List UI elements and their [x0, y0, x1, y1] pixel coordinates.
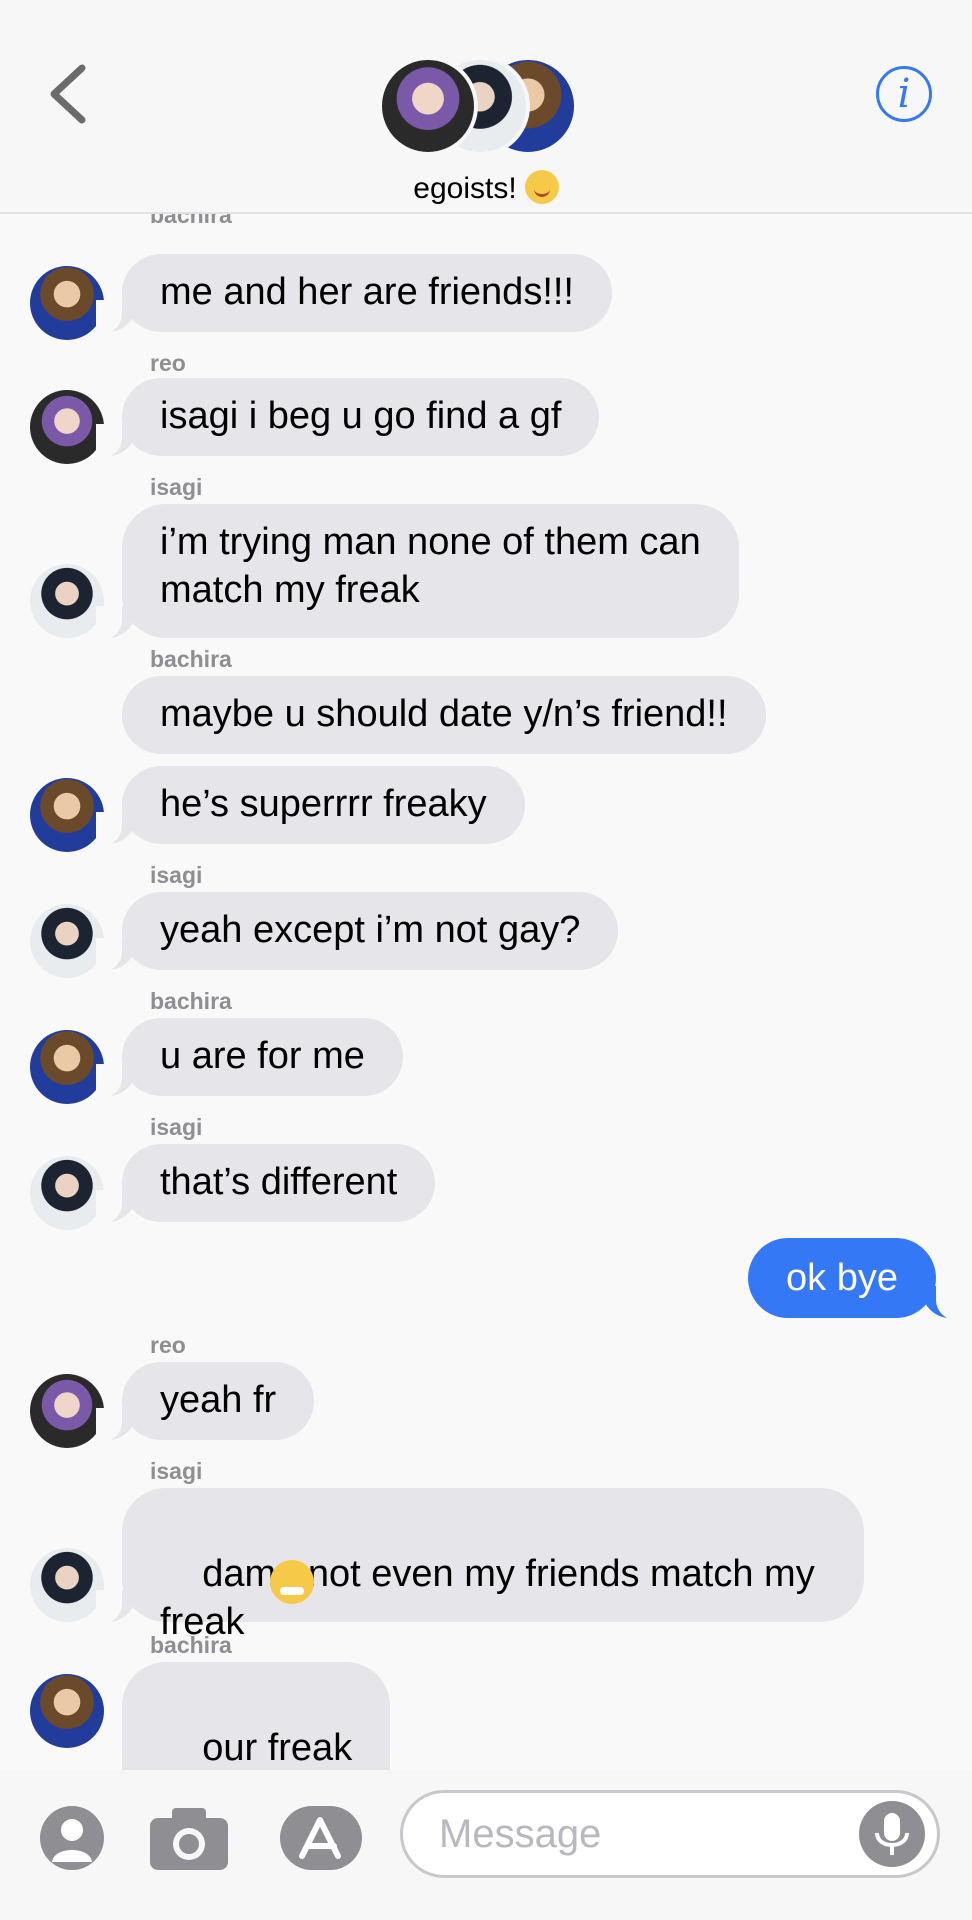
group-avatars[interactable]	[378, 56, 578, 160]
sender-label: bachira	[150, 214, 232, 228]
avatar-bachira[interactable]	[30, 1674, 104, 1748]
sender-label: isagi	[150, 1114, 203, 1140]
smiling-face-emoji	[524, 170, 559, 204]
avatar-bachira[interactable]	[30, 1030, 104, 1104]
sender-label: bachira	[150, 988, 232, 1014]
message-bubble[interactable]: damn not even my friends match my freak	[96, 1488, 864, 1643]
avatar-reo	[378, 56, 478, 156]
message-bubble[interactable]: our freak	[122, 1662, 391, 1770]
message-bubble[interactable]: me and her are friends!!!	[96, 254, 612, 334]
message-text: damn not even my friends match my freak	[160, 1553, 815, 1643]
group-title[interactable]: egoists!	[0, 170, 972, 206]
message-thread[interactable]: bachira me and her are friends!!! reo is…	[0, 214, 972, 1770]
avatar-isagi[interactable]	[30, 904, 104, 978]
avatar-reo[interactable]	[30, 390, 104, 464]
tired-face-emoji	[270, 1560, 314, 1604]
sender-label: bachira	[150, 1632, 232, 1658]
avatar-isagi[interactable]	[30, 564, 104, 638]
sender-label: isagi	[150, 1458, 203, 1484]
microphone-icon[interactable]	[859, 1801, 925, 1867]
avatar-reo[interactable]	[30, 1374, 104, 1448]
message-bubble[interactable]: yeah fr	[95, 1362, 315, 1442]
sender-label: bachira	[150, 646, 232, 672]
app-store-icon[interactable]	[280, 1806, 362, 1870]
outgoing-message-bubble[interactable]: ok bye	[748, 1238, 962, 1320]
message-bubble[interactable]: i’m trying man none of them can match my…	[96, 504, 739, 640]
avatar-bachira[interactable]	[30, 778, 104, 852]
back-chevron-icon[interactable]	[44, 62, 94, 126]
sender-label: reo	[150, 1332, 186, 1358]
info-icon[interactable]: i	[876, 66, 932, 122]
message-text: our freak	[202, 1727, 353, 1769]
message-bubble[interactable]: maybe u should date y/n’s friend!!	[122, 676, 766, 754]
message-bubble[interactable]: he’s superrrr freaky	[96, 766, 525, 846]
avatar-bachira[interactable]	[30, 266, 104, 340]
group-name-text: egoists!	[413, 172, 517, 205]
sender-label: isagi	[150, 474, 203, 500]
message-placeholder: Message	[439, 1812, 602, 1856]
composer-bar: Message	[0, 1770, 972, 1920]
message-bubble[interactable]: that’s different	[95, 1144, 436, 1224]
avatar-isagi[interactable]	[30, 1156, 104, 1230]
message-bubble[interactable]: yeah except i’m not gay?	[95, 892, 619, 972]
avatar-isagi[interactable]	[30, 1548, 104, 1622]
sender-label: isagi	[150, 862, 203, 888]
message-bubble[interactable]: u are for me	[96, 1018, 403, 1098]
camera-icon[interactable]	[148, 1806, 230, 1872]
message-input[interactable]: Message	[400, 1790, 940, 1878]
conversation-header: egoists! i	[0, 0, 972, 214]
contacts-icon[interactable]	[40, 1806, 104, 1870]
sender-label: reo	[150, 350, 186, 376]
message-bubble[interactable]: isagi i beg u go find a gf	[95, 378, 600, 458]
